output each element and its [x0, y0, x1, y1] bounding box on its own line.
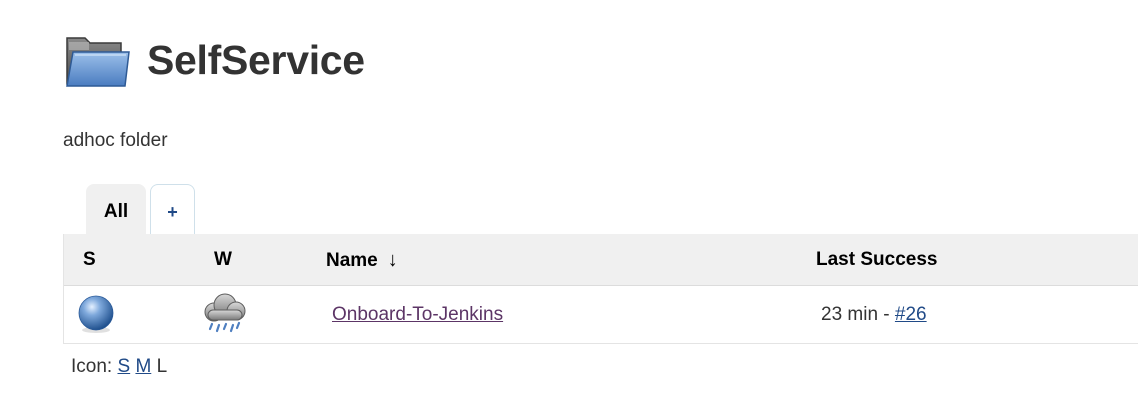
blue-ball-icon — [78, 295, 114, 333]
icon-size-selector: Icon: S M L — [71, 356, 167, 378]
view-tabs: All + — [86, 184, 195, 235]
job-table: S W Name ↓ Last Success Onboard-To-Jenki… — [63, 234, 1138, 344]
icon-size-label: Icon: — [71, 356, 118, 377]
column-header-weather[interactable]: W — [214, 249, 232, 271]
storm-cloud-icon — [204, 293, 246, 333]
add-view-tab[interactable]: + — [150, 184, 195, 235]
column-header-last-success[interactable]: Last Success — [816, 249, 937, 271]
icon-size-medium-link[interactable]: M — [135, 356, 151, 377]
folder-icon — [66, 37, 130, 87]
build-link[interactable]: #26 — [895, 304, 927, 325]
page-header: SelfService — [63, 30, 365, 90]
sort-descending-icon: ↓ — [387, 249, 398, 271]
page: SelfService adhoc folder All + S W Name ↓… — [0, 0, 1138, 406]
table-header: S W Name ↓ Last Success — [64, 234, 1138, 286]
page-title: SelfService — [147, 36, 365, 83]
column-header-name[interactable]: Name ↓ — [326, 249, 398, 272]
last-success-cell: 23 min - #26 — [821, 304, 927, 326]
folder-description: adhoc folder — [63, 130, 168, 151]
tab-all[interactable]: All — [86, 184, 146, 235]
column-header-status[interactable]: S — [83, 249, 96, 271]
job-link[interactable]: Onboard-To-Jenkins — [332, 304, 503, 326]
column-header-name-label: Name — [326, 250, 378, 271]
icon-size-small-link[interactable]: S — [117, 356, 130, 377]
icon-size-large-current: L — [156, 356, 168, 377]
table-row: Onboard-To-Jenkins 23 min - #26 — [64, 286, 1138, 344]
last-success-time: 23 min - — [821, 304, 895, 325]
